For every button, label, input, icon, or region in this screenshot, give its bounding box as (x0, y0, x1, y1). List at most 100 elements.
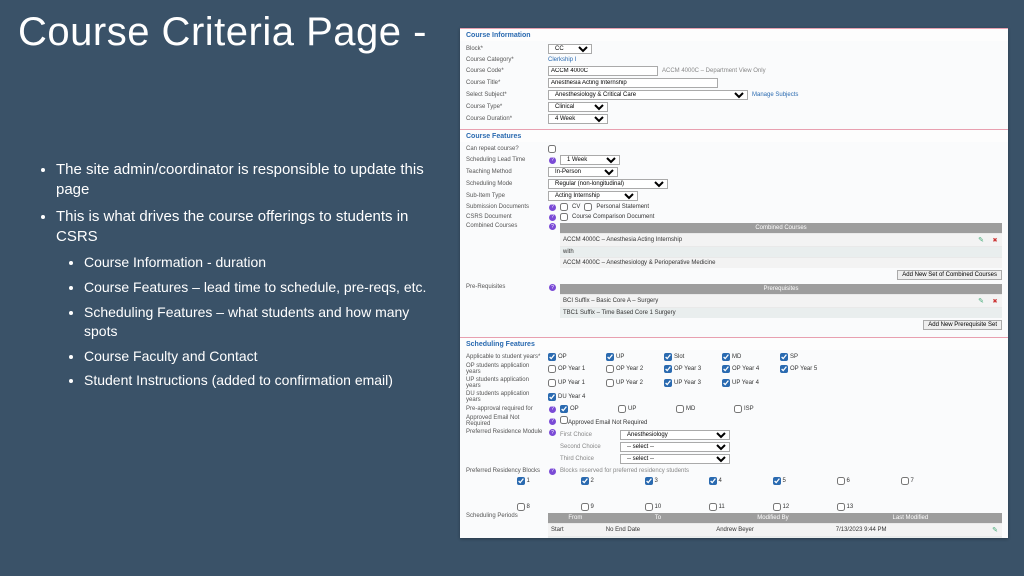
sel-lead[interactable]: 1 Week (560, 155, 620, 165)
help-icon[interactable]: ? (549, 429, 556, 436)
lbl-preapprove: Pre-approval required for (466, 406, 544, 412)
help-icon[interactable]: ? (549, 406, 556, 413)
cb-up3[interactable] (664, 379, 672, 387)
bullet-sub: Course Information - duration (84, 253, 444, 272)
table-periods: FromToModified ByLast Modified StartNo E… (548, 513, 1002, 538)
sel-method[interactable]: In-Person (548, 167, 618, 177)
cb-op4[interactable] (722, 365, 730, 373)
cb-email[interactable] (560, 416, 568, 424)
cb-op2[interactable] (606, 365, 614, 373)
lbl-docs: Submission Documents (466, 204, 544, 210)
cb-yr-md[interactable] (722, 353, 730, 361)
cb-b6[interactable] (837, 477, 845, 485)
help-icon[interactable]: ? (549, 468, 556, 475)
note-code: ACCM 4000C – Department View Only (662, 68, 766, 74)
cb-yr-sp[interactable] (780, 353, 788, 361)
help-icon[interactable]: ? (549, 204, 556, 211)
inp-code[interactable] (548, 66, 658, 76)
bullet-sub: Scheduling Features – what students and … (84, 303, 444, 341)
lbl-csrsdoc: CSRS Document (466, 214, 544, 220)
lbl-title: Course Title* (466, 80, 544, 86)
cb-op3[interactable] (664, 365, 672, 373)
sel-block[interactable]: CC (548, 44, 592, 54)
delete-icon[interactable] (991, 237, 999, 244)
cb-repeat[interactable] (548, 145, 556, 153)
btn-add-prereq[interactable]: Add New Prerequisite Set (923, 320, 1002, 330)
lbl-code: Course Code* (466, 68, 544, 74)
form-screenshot: Course Information Block* CC Course Cate… (460, 28, 1008, 538)
inp-title[interactable] (548, 78, 718, 88)
link-manage-subjects[interactable]: Manage Subjects (752, 92, 798, 98)
help-icon[interactable]: ? (549, 214, 556, 221)
section-course-info: Course Information (460, 28, 1008, 41)
sel-res1[interactable]: Anesthesiology (620, 430, 730, 440)
lbl-mode: Scheduling Mode (466, 181, 544, 187)
lbl-method: Teaching Method (466, 169, 544, 175)
lbl-subitem: Sub-Item Type (466, 193, 544, 199)
cb-b13[interactable] (837, 503, 845, 511)
lbl-category: Course Category* (466, 57, 544, 63)
lbl-lead: Scheduling Lead Time (466, 157, 544, 163)
cb-ps[interactable] (584, 203, 592, 211)
bullet-main: This is what drives the course offerings… (56, 207, 444, 391)
cb-op1[interactable] (548, 365, 556, 373)
cb-pre-up[interactable] (618, 405, 626, 413)
cb-b9[interactable] (581, 503, 589, 511)
btn-add-combined[interactable]: Add New Set of Combined Courses (897, 270, 1002, 280)
hdr-prereq: Prerequisites (560, 284, 1002, 294)
cb-pre-op[interactable] (560, 405, 568, 413)
cb-yr-slot[interactable] (664, 353, 672, 361)
help-icon[interactable]: ? (549, 223, 556, 230)
cb-op5[interactable] (780, 365, 788, 373)
help-icon[interactable]: ? (549, 157, 556, 164)
pencil-icon[interactable] (977, 236, 985, 244)
hdr-combined: Combined Courses (560, 223, 1002, 233)
cb-b5[interactable] (773, 477, 781, 485)
lbl-email: Approved Email Not Required (466, 415, 544, 427)
cb-b1[interactable] (517, 477, 525, 485)
sel-subject[interactable]: Anesthesiology & Critical Care (548, 90, 748, 100)
val-category: Clerkship I (548, 57, 576, 63)
cb-cv[interactable] (560, 203, 568, 211)
lbl-repeat: Can repeat course? (466, 146, 544, 152)
lbl-du: DU students application years (466, 391, 544, 403)
pencil-icon[interactable] (991, 526, 999, 534)
sel-res3[interactable]: -- select -- (620, 454, 730, 464)
pencil-icon[interactable] (977, 297, 985, 305)
cb-b12[interactable] (773, 503, 781, 511)
cb-yr-op[interactable] (548, 353, 556, 361)
cb-pre-isp[interactable] (734, 405, 742, 413)
sel-duration[interactable]: 4 Week (548, 114, 608, 124)
sel-type[interactable]: Clinical (548, 102, 608, 112)
lbl-op: OP students application years (466, 363, 544, 375)
sel-subitem[interactable]: Acting Internship (548, 191, 638, 201)
cb-b7[interactable] (901, 477, 909, 485)
cb-du4[interactable] (548, 393, 556, 401)
lbl-years: Applicable to student years* (466, 354, 544, 360)
lbl-block: Block* (466, 46, 544, 52)
cb-up2[interactable] (606, 379, 614, 387)
table-prereq: BCI Suffix – Basic Core A – Surgery TBC1… (560, 294, 1002, 318)
cb-b11[interactable] (709, 503, 717, 511)
cb-up4[interactable] (722, 379, 730, 387)
cb-b10[interactable] (645, 503, 653, 511)
cb-yr-up[interactable] (606, 353, 614, 361)
cb-b8[interactable] (517, 503, 525, 511)
lbl-subject: Select Subject* (466, 92, 544, 98)
bullet-sub: Course Features – lead time to schedule,… (84, 278, 444, 297)
help-icon[interactable]: ? (549, 284, 556, 291)
bullet-sub: Student Instructions (added to confirmat… (84, 371, 444, 390)
cb-csrsdoc[interactable] (560, 213, 568, 221)
cb-b4[interactable] (709, 477, 717, 485)
cb-b2[interactable] (581, 477, 589, 485)
table-combined: ACCM 4000C – Anesthesia Acting Internshi… (560, 233, 1002, 268)
delete-icon[interactable] (991, 298, 999, 305)
bullet-sub: Course Faculty and Contact (84, 347, 444, 366)
cb-pre-md[interactable] (676, 405, 684, 413)
cb-up1[interactable] (548, 379, 556, 387)
cb-b3[interactable] (645, 477, 653, 485)
lbl-up: UP students application years (466, 377, 544, 389)
sel-res2[interactable]: -- select -- (620, 442, 730, 452)
help-icon[interactable]: ? (549, 418, 556, 425)
sel-mode[interactable]: Regular (non-longitudinal) (548, 179, 668, 189)
